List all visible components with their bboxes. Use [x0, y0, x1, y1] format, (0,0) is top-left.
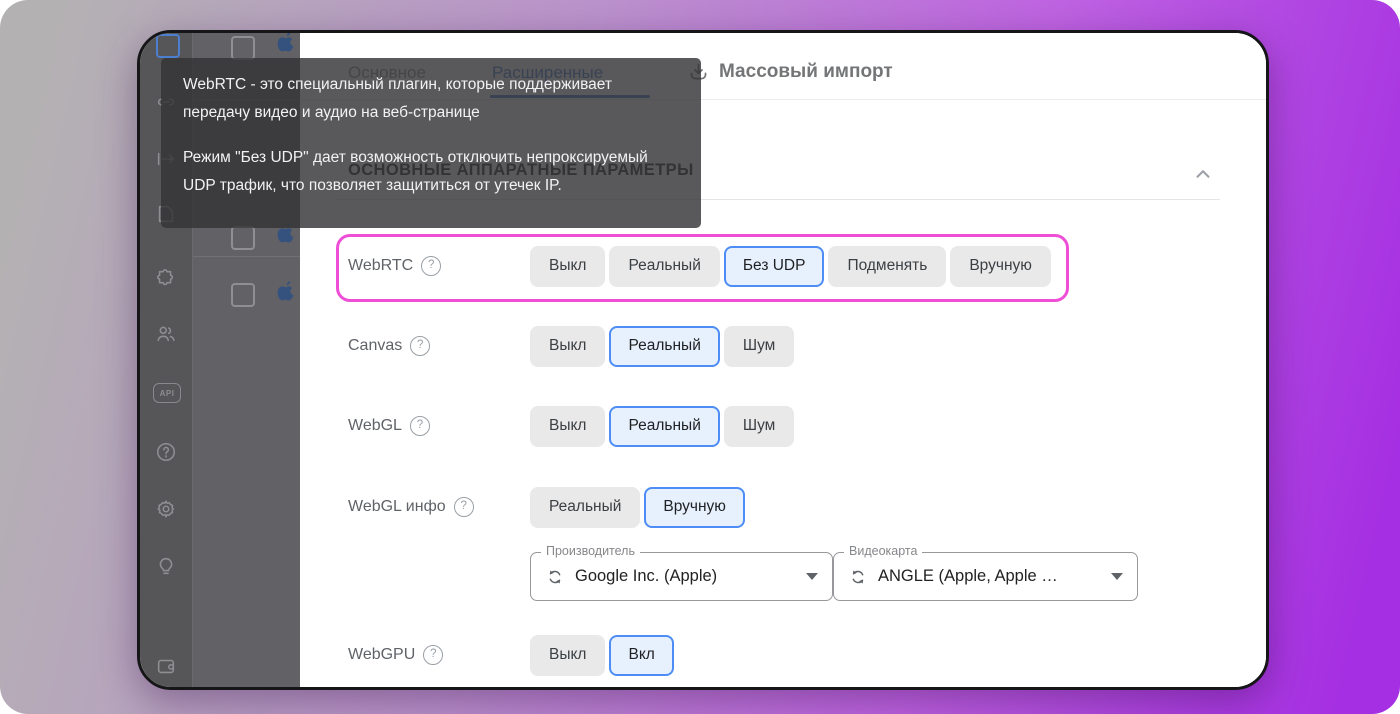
help-icon[interactable]: ? — [421, 256, 441, 276]
webgl-info-label: WebGL инфо? — [348, 497, 530, 517]
wallet-icon[interactable] — [155, 655, 177, 677]
help-icon[interactable]: ? — [454, 497, 474, 517]
gpu-select[interactable]: Видеокарта ANGLE (Apple, Apple … — [833, 552, 1138, 601]
option-button[interactable]: Реальный — [530, 487, 640, 528]
list-divider — [193, 256, 301, 257]
option-button[interactable]: Шум — [724, 326, 794, 367]
gpu-select-value: ANGLE (Apple, Apple … — [878, 567, 1095, 586]
dropdown-caret-icon — [806, 573, 818, 580]
collapse-section-button[interactable] — [1192, 163, 1214, 185]
row-checkbox[interactable] — [231, 226, 255, 250]
option-button[interactable]: Подменять — [828, 246, 946, 287]
help-icon[interactable] — [155, 441, 177, 463]
apple-os-icon — [276, 30, 298, 56]
setting-row-webgl-info: WebGL инфо? Реальный Вручную — [348, 486, 745, 528]
webrtc-tooltip: WebRTC - это специальный плагин, которые… — [161, 58, 701, 228]
setting-row-webrtc: WebRTC? Выкл Реальный Без UDP Подменять … — [348, 245, 1051, 287]
ideas-bulb-icon[interactable] — [155, 555, 177, 577]
vendor-select[interactable]: Производитель Google Inc. (Apple) — [530, 552, 833, 601]
team-icon[interactable] — [155, 323, 177, 345]
option-button[interactable]: Вручную — [950, 246, 1051, 287]
help-icon[interactable]: ? — [410, 416, 430, 436]
webrtc-options: Выкл Реальный Без UDP Подменять Вручную — [530, 246, 1051, 287]
row-checkbox[interactable] — [231, 36, 255, 60]
settings-gear-icon[interactable] — [155, 498, 177, 520]
api-icon[interactable]: API — [153, 383, 175, 405]
webgl-info-options: Реальный Вручную — [530, 487, 745, 528]
help-icon[interactable]: ? — [410, 336, 430, 356]
row-checkbox[interactable] — [231, 283, 255, 307]
option-button-selected[interactable]: Реальный — [609, 326, 719, 367]
option-button[interactable]: Выкл — [530, 406, 605, 447]
option-button[interactable]: Шум — [724, 406, 794, 447]
bulk-import-label: Массовый импорт — [719, 61, 893, 83]
option-button-selected[interactable]: Без UDP — [724, 246, 825, 287]
refresh-icon[interactable] — [848, 567, 868, 587]
tooltip-paragraph-1: WebRTC - это специальный плагин, которые… — [183, 71, 679, 126]
webrtc-label: WebRTC? — [348, 256, 530, 276]
setting-row-webgl: WebGL? Выкл Реальный Шум — [348, 405, 794, 447]
setting-row-webgpu: WebGPU? Выкл Вкл — [348, 634, 674, 676]
vendor-select-label: Производитель — [541, 544, 640, 558]
vendor-select-value: Google Inc. (Apple) — [575, 567, 790, 586]
canvas-label: Canvas? — [348, 336, 530, 356]
option-button[interactable]: Выкл — [530, 635, 605, 676]
option-button[interactable]: Реальный — [609, 246, 719, 287]
refresh-icon[interactable] — [545, 567, 565, 587]
option-button-selected[interactable]: Вкл — [609, 635, 673, 676]
help-icon[interactable]: ? — [423, 645, 443, 665]
option-button[interactable]: Выкл — [530, 326, 605, 367]
select-all-checkbox[interactable] — [156, 34, 180, 58]
setting-row-canvas: Canvas? Выкл Реальный Шум — [348, 325, 794, 367]
option-button[interactable]: Выкл — [530, 246, 605, 287]
option-button-selected[interactable]: Реальный — [609, 406, 719, 447]
app-window: API Основное Расширенные Массовый импор — [137, 30, 1269, 690]
apple-os-icon — [276, 279, 298, 305]
webgl-options: Выкл Реальный Шум — [530, 406, 794, 447]
webgl-label: WebGL? — [348, 416, 530, 436]
canvas-options: Выкл Реальный Шум — [530, 326, 794, 367]
screenshot-stage: API Основное Расширенные Массовый импор — [0, 0, 1400, 714]
bulk-import-button[interactable]: Массовый импорт — [688, 61, 893, 83]
extensions-icon[interactable] — [155, 268, 177, 290]
dropdown-caret-icon — [1111, 573, 1123, 580]
option-button-selected[interactable]: Вручную — [644, 487, 745, 528]
tooltip-paragraph-2: Режим "Без UDP" дает возможность отключи… — [183, 144, 679, 199]
webgpu-options: Выкл Вкл — [530, 635, 674, 676]
webgpu-label: WebGPU? — [348, 645, 530, 665]
gpu-select-label: Видеокарта — [844, 544, 922, 558]
